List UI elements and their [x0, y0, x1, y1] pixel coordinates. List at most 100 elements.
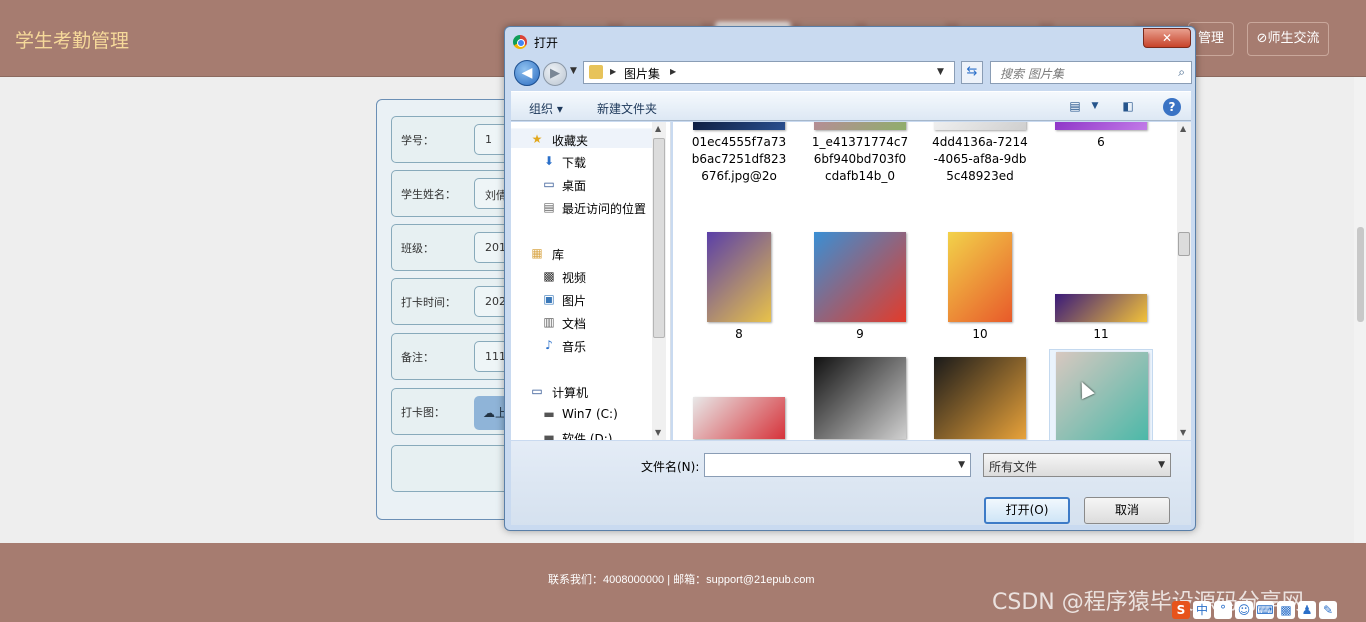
breadcrumb-pictures[interactable]: 图片集 [624, 65, 660, 82]
file-list: 01ec4555f7a73 b6ac7251df823 676f.jpg@2o 1… [673, 122, 1177, 440]
close-button[interactable]: ✕ [1143, 28, 1191, 48]
view-options-icon[interactable]: ▤ [1067, 98, 1083, 114]
address-dropdown-icon[interactable]: ▼ [937, 67, 944, 77]
file-tile[interactable]: 4dd4136a-7214 -4065-af8a-9db 5c48923ed [928, 122, 1032, 183]
refresh-icon: ⇆ [966, 64, 978, 79]
preview-pane-icon[interactable]: ◧ [1120, 98, 1136, 114]
file-tile[interactable]: 6 [1049, 122, 1153, 154]
remark-label: 备注： [401, 351, 434, 364]
video-icon: ▩ [543, 269, 555, 283]
system-tray: S 中 ° ☺ ⌨ ▩ ♟ ✎ [1172, 598, 1366, 622]
history-dropdown-icon[interactable]: ▼ [570, 66, 577, 76]
class-label: 班级： [401, 242, 434, 255]
filename-dropdown-icon[interactable]: ▼ [958, 460, 965, 470]
nav-item[interactable]: ▤ 最近访问的位置 [511, 197, 652, 217]
help-icon[interactable]: ? [1163, 98, 1181, 116]
sogou-ime-icon[interactable]: S [1172, 601, 1190, 619]
search-icon[interactable]: ⌕ [1178, 65, 1185, 80]
scroll-up-icon[interactable]: ▲ [1180, 124, 1186, 133]
nav-item[interactable]: ▭ 桌面 [511, 174, 652, 194]
nav-item[interactable]: ★ 收藏夹 [511, 128, 652, 148]
scroll-down-icon[interactable]: ▼ [1180, 428, 1186, 437]
ime-chinese-icon[interactable]: 中 [1193, 601, 1211, 619]
file-scroll-thumb[interactable] [1178, 232, 1190, 256]
filename-input[interactable]: ▼ [704, 453, 971, 477]
page-scrollbar[interactable] [1354, 77, 1366, 543]
file-name: 01ec4555f7a73 b6ac7251df823 676f.jpg@2o [691, 135, 787, 183]
breadcrumb-arrow-icon[interactable]: ▶ [610, 67, 616, 76]
address-row: ◀ ▶ ▼ ▶ 图片集 ▶ ▼ ⇆ 搜索 图片集 ⌕ [511, 57, 1192, 89]
file-tile[interactable]: 1_e41371774c7 6bf940bd703f0 cdafb14b_0 [808, 122, 912, 183]
library-icon: ▦ [531, 246, 543, 260]
nav-scroll-thumb[interactable] [653, 138, 665, 338]
nav-item[interactable]: ▦ 库 [511, 243, 652, 263]
refresh-button[interactable]: ⇆ [961, 61, 983, 84]
file-tile[interactable]: 01ec4555f7a73 b6ac7251df823 676f.jpg@2o [687, 122, 791, 183]
site-title: 学生考勤管理 [15, 30, 130, 52]
page-scrollbar-thumb[interactable] [1357, 227, 1364, 322]
search-input[interactable]: 搜索 图片集 ⌕ [990, 61, 1192, 84]
open-file-dialog: 打开 ✕ ◀ ▶ ▼ ▶ 图片集 ▶ ▼ ⇆ 搜索 图片集 ⌕ 组织 ▾ 新建文… [504, 26, 1196, 531]
file-tile[interactable]: 11 [1049, 224, 1153, 346]
checkin-time-label: 打卡时间： [401, 296, 456, 309]
nav-item-label: 桌面 [562, 179, 587, 193]
ime-skin-icon[interactable]: ▩ [1277, 601, 1295, 619]
dialog-toolbar: 组织 ▾ 新建文件夹 ▤ ▼ ◧ ? [511, 91, 1191, 121]
ime-keyboard-icon[interactable]: ⌨ [1256, 601, 1274, 619]
file-tile[interactable]: 16 [1049, 349, 1153, 440]
nav-item[interactable]: ▬ 软件 (D:) [511, 427, 652, 440]
nav-pane-scrollbar[interactable]: ▲ ▼ [652, 122, 666, 440]
nav-item-label: 库 [552, 248, 565, 262]
nav-item[interactable]: ▭ 计算机 [511, 381, 652, 401]
nav-item-label: 最近访问的位置 [562, 202, 647, 216]
nav-item[interactable]: ♪ 音乐 [511, 335, 652, 355]
file-tile[interactable]: 12 [687, 349, 791, 440]
file-tile[interactable]: 15 [928, 349, 1032, 440]
filetype-select[interactable]: 所有文件 ▼ [983, 453, 1171, 477]
back-button[interactable]: ◀ [514, 60, 540, 86]
file-thumbnail [1055, 294, 1147, 322]
view-dropdown-icon[interactable]: ▼ [1087, 98, 1103, 114]
organize-menu[interactable]: 组织 ▾ [529, 100, 563, 117]
file-thumbnail [948, 232, 1012, 322]
pictures-icon: ▣ [543, 292, 555, 306]
nav-item[interactable]: ▥ 文档 [511, 312, 652, 332]
file-tile[interactable]: 14 [808, 349, 912, 440]
ime-emoji-icon[interactable]: ☺ [1235, 601, 1253, 619]
file-tile[interactable]: 8 [687, 224, 791, 346]
new-folder-button[interactable]: 新建文件夹 [597, 100, 657, 117]
open-button[interactable]: 打开(O) [984, 497, 1070, 524]
music-icon: ♪ [545, 338, 553, 352]
file-tile[interactable]: 10 [928, 224, 1032, 346]
cloud-upload-icon: ☁ [483, 406, 495, 420]
breadcrumb-arrow-icon[interactable]: ▶ [670, 67, 676, 76]
nav-item[interactable]: ▣ 图片 [511, 289, 652, 309]
address-bar[interactable]: ▶ 图片集 ▶ ▼ [583, 61, 955, 84]
file-thumbnail [693, 122, 785, 130]
footer-contact: 联系我们：4008000000 | 邮箱：support@21epub.com [548, 574, 815, 586]
file-list-scrollbar[interactable]: ▲ ▼ [1177, 122, 1191, 440]
nav-item[interactable]: ▬ Win7 (C:) [511, 404, 652, 424]
nav-item-label: 图片 [562, 294, 587, 308]
ime-shirt-icon[interactable]: ♟ [1298, 601, 1316, 619]
file-thumbnail [1056, 352, 1148, 440]
folder-icon [589, 65, 603, 79]
dialog-title-bar[interactable]: 打开 ✕ [505, 27, 1195, 55]
file-thumbnail [814, 357, 906, 439]
file-tile[interactable]: 9 [808, 224, 912, 346]
file-name: 6 [1097, 135, 1105, 149]
ime-tools-icon[interactable]: ✎ [1319, 601, 1337, 619]
nav-item[interactable]: ▩ 视频 [511, 266, 652, 286]
ime-punct-icon[interactable]: ° [1214, 601, 1232, 619]
scroll-down-icon[interactable]: ▼ [655, 428, 661, 437]
cancel-button[interactable]: 取消 [1084, 497, 1170, 524]
nav-communication-button[interactable]: ⊘师生交流 [1247, 22, 1329, 56]
forward-button[interactable]: ▶ [543, 62, 567, 86]
chrome-icon [513, 35, 527, 49]
nav-item[interactable]: ⬇ 下载 [511, 151, 652, 171]
scroll-up-icon[interactable]: ▲ [655, 124, 661, 133]
dialog-footer: 文件名(N): ▼ 所有文件 ▼ 打开(O) 取消 [511, 441, 1191, 525]
dialog-title: 打开 [534, 36, 559, 50]
student-name-label: 学生姓名： [401, 188, 456, 201]
checkin-image-label: 打卡图： [401, 406, 445, 419]
